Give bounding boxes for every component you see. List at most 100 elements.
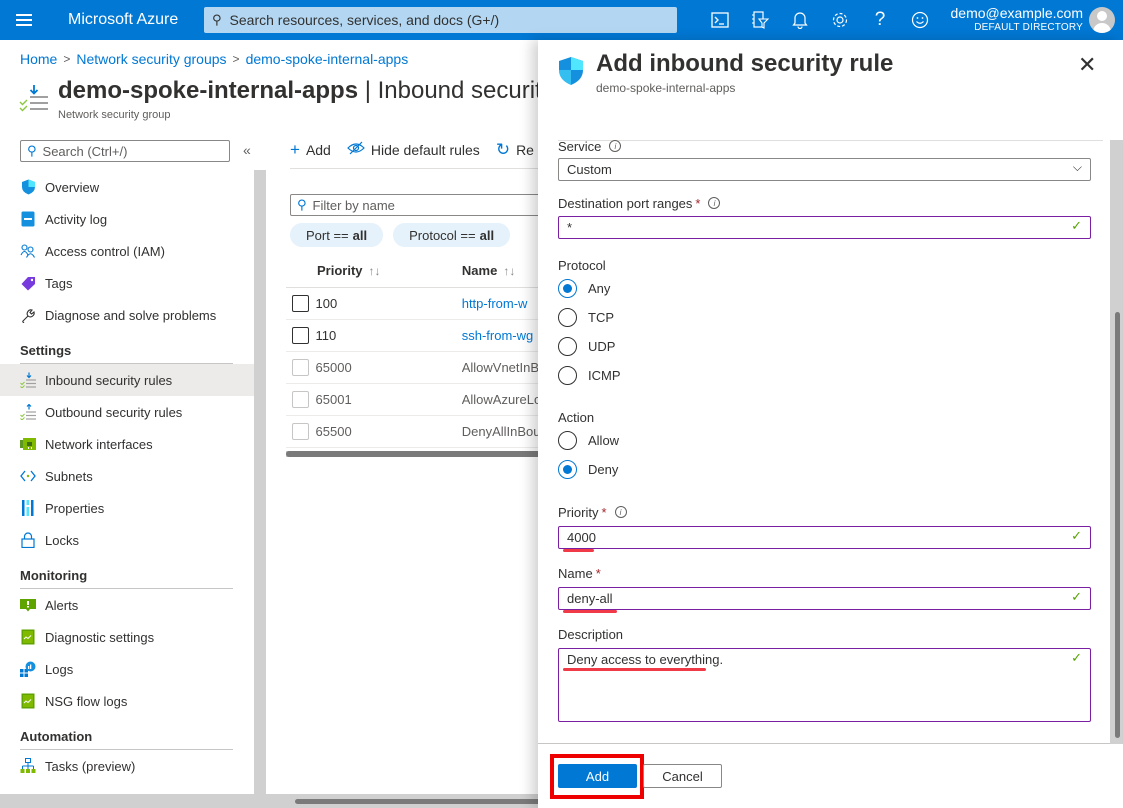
menu-item-alerts[interactable]: Alerts	[0, 589, 254, 621]
add-button[interactable]: Add	[558, 764, 637, 788]
hamburger-menu-icon[interactable]	[16, 11, 32, 29]
help-icon[interactable]: ?	[860, 0, 900, 40]
info-icon[interactable]: i	[614, 506, 627, 518]
panel-scrollbar[interactable]	[1110, 140, 1123, 744]
menu-item-overview[interactable]: Overview	[0, 171, 254, 203]
info-icon[interactable]: i	[708, 197, 721, 209]
protocol-option-any[interactable]: Any	[558, 274, 1091, 303]
network-interface-icon	[20, 436, 36, 452]
valid-check-icon: ✓	[1071, 650, 1082, 665]
priority-input[interactable]: 4000 ✓	[558, 526, 1091, 552]
grid-scrollbar-thumb[interactable]	[286, 451, 550, 457]
radio-unselected[interactable]	[558, 308, 577, 327]
filter-pill-port[interactable]: Port == all	[290, 223, 384, 247]
notifications-icon[interactable]	[780, 0, 820, 40]
search-icon: ⚲	[297, 197, 307, 212]
menu-item-access-control[interactable]: Access control (IAM)	[0, 235, 254, 267]
cell-name-link[interactable]: ssh-from-wg	[462, 328, 550, 343]
cancel-button[interactable]: Cancel	[643, 764, 722, 788]
hide-default-rules-button[interactable]: Hide default rules	[347, 140, 480, 160]
filter-pill-key: Port ==	[306, 227, 349, 243]
name-input[interactable]: deny-all ✓	[558, 587, 1091, 613]
breadcrumb-nsg-list[interactable]: Network security groups	[76, 51, 226, 67]
radio-selected[interactable]	[558, 460, 577, 479]
cell-name: AllowAzureLoadBalancerInBound	[461, 392, 550, 407]
cell-name-link[interactable]: http-from-w	[462, 296, 550, 311]
brand-logo[interactable]: Microsoft Azure	[68, 11, 178, 29]
menu-item-label: Network interfaces	[45, 436, 153, 452]
directory-filter-icon[interactable]	[740, 0, 780, 40]
tasks-icon	[20, 758, 36, 774]
column-header-priority[interactable]: Priority ↑↓	[286, 263, 462, 278]
radio-unselected[interactable]	[558, 337, 577, 356]
dest-ports-input[interactable]: * ✓	[558, 216, 1091, 239]
grid-horizontal-scrollbar[interactable]	[286, 451, 550, 457]
menu-item-locks[interactable]: Locks	[0, 524, 254, 556]
menu-item-label: NSG flow logs	[45, 693, 128, 709]
menu-item-label: Diagnostic settings	[45, 629, 155, 645]
radio-unselected[interactable]	[558, 366, 577, 385]
menu-item-diagnose[interactable]: Diagnose and solve problems	[0, 299, 254, 331]
protocol-option-tcp[interactable]: TCP	[558, 303, 1091, 332]
menu-item-diagnostic-settings[interactable]: Diagnostic settings	[0, 621, 254, 653]
table-row[interactable]: 100 http-from-w	[286, 288, 550, 320]
info-icon[interactable]: i	[609, 140, 622, 152]
global-search-input[interactable]: ⚲ Search resources, services, and docs (…	[204, 7, 677, 33]
filter-by-name-input[interactable]: ⚲ Filter by name	[290, 194, 550, 216]
search-icon: ⚲	[212, 12, 222, 27]
row-checkbox[interactable]	[292, 295, 309, 312]
action-option-deny[interactable]: Deny	[558, 455, 1091, 484]
properties-icon	[20, 500, 36, 516]
filter-pill-value: all	[479, 227, 495, 243]
menu-item-tags[interactable]: Tags	[0, 267, 254, 299]
menu-item-label: Locks	[45, 532, 79, 548]
settings-icon[interactable]	[820, 0, 860, 40]
menu-item-tasks[interactable]: Tasks (preview)	[0, 750, 254, 782]
cell-priority: 65001	[315, 392, 352, 407]
menu-item-properties[interactable]: Properties	[0, 492, 254, 524]
collapse-menu-icon[interactable]: «	[243, 142, 251, 158]
alert-icon	[20, 597, 36, 613]
action-option-allow[interactable]: Allow	[558, 426, 1091, 455]
page-horizontal-scrollbar[interactable]	[0, 794, 555, 808]
add-rule-button[interactable]: + Add	[290, 140, 331, 160]
dest-ports-label-text: Destination port ranges	[558, 195, 693, 211]
service-label: Service i	[558, 137, 1091, 155]
menu-item-nsg-flow-logs[interactable]: NSG flow logs	[0, 685, 254, 717]
row-checkbox-disabled	[292, 359, 309, 376]
subnet-icon	[20, 468, 36, 484]
page-scrollbar-thumb[interactable]	[295, 799, 555, 804]
menu-item-network-interfaces[interactable]: Network interfaces	[0, 428, 254, 460]
feedback-icon[interactable]	[900, 0, 940, 40]
radio-unselected[interactable]	[558, 431, 577, 450]
cell-priority: 100	[315, 296, 338, 311]
menu-item-label: Tags	[45, 275, 73, 291]
menu-item-logs[interactable]: Logs	[0, 653, 254, 685]
menu-item-activity-log[interactable]: Activity log	[0, 203, 254, 235]
row-checkbox[interactable]	[292, 327, 309, 344]
breadcrumb-home[interactable]: Home	[20, 51, 57, 67]
menu-item-outbound-rules[interactable]: Outbound security rules	[0, 396, 254, 428]
name-label: Name *	[558, 564, 1091, 582]
radio-label: TCP	[588, 310, 614, 325]
plus-icon: +	[290, 140, 300, 159]
service-value: Custom	[567, 162, 612, 177]
menu-item-subnets[interactable]: Subnets	[0, 460, 254, 492]
cloud-shell-icon[interactable]	[700, 0, 740, 40]
protocol-option-udp[interactable]: UDP	[558, 332, 1091, 361]
menu-search-input[interactable]: ⚲ Search (Ctrl+/)	[20, 140, 230, 162]
account-menu[interactable]: demo@example.com DEFAULT DIRECTORY	[951, 5, 1084, 33]
panel-scrollbar-thumb[interactable]	[1115, 312, 1120, 738]
menu-item-inbound-rules[interactable]: Inbound security rules	[0, 364, 254, 396]
avatar[interactable]	[1089, 7, 1115, 33]
refresh-button[interactable]: ↻ Re	[496, 140, 534, 160]
filter-pill-protocol[interactable]: Protocol == all	[393, 223, 511, 247]
protocol-option-icmp[interactable]: ICMP	[558, 361, 1091, 390]
description-textarea[interactable]: Deny access to everything. ✓	[558, 648, 1091, 722]
close-icon[interactable]: ✕	[1078, 52, 1096, 78]
table-row[interactable]: 110 ssh-from-wg	[286, 320, 550, 352]
service-dropdown[interactable]: Custom ⌵	[558, 158, 1091, 181]
radio-selected[interactable]	[558, 279, 577, 298]
column-header-name[interactable]: Name ↑↓	[462, 263, 550, 278]
breadcrumb-resource[interactable]: demo-spoke-internal-apps	[246, 51, 409, 67]
